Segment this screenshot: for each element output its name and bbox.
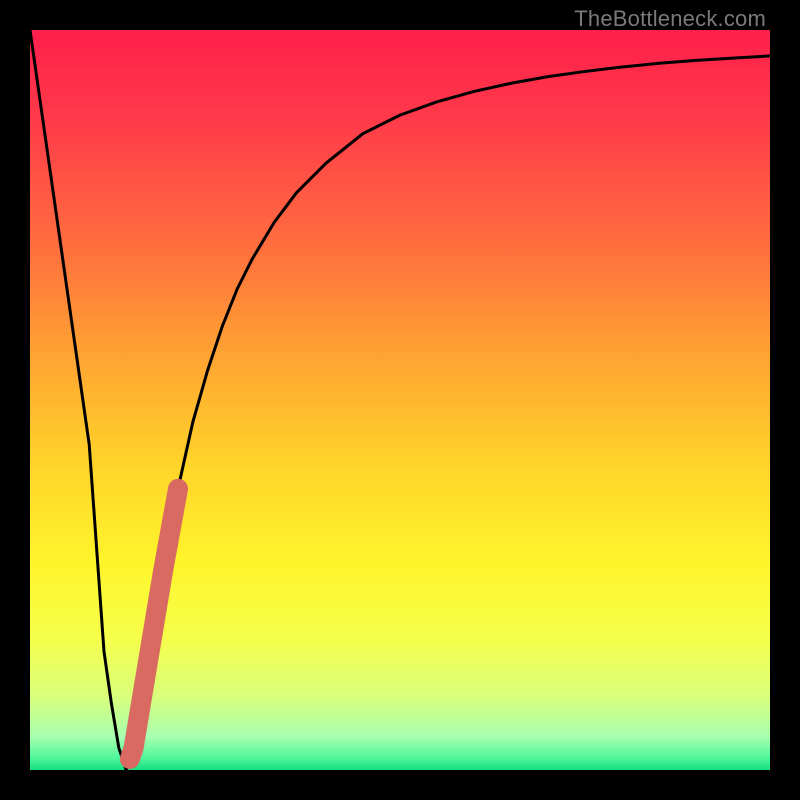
plot-area [30, 30, 770, 770]
curve-layer [30, 30, 770, 770]
highlight-segment [130, 489, 178, 759]
watermark-text: TheBottleneck.com [574, 6, 766, 32]
chart-frame: TheBottleneck.com [0, 0, 800, 800]
